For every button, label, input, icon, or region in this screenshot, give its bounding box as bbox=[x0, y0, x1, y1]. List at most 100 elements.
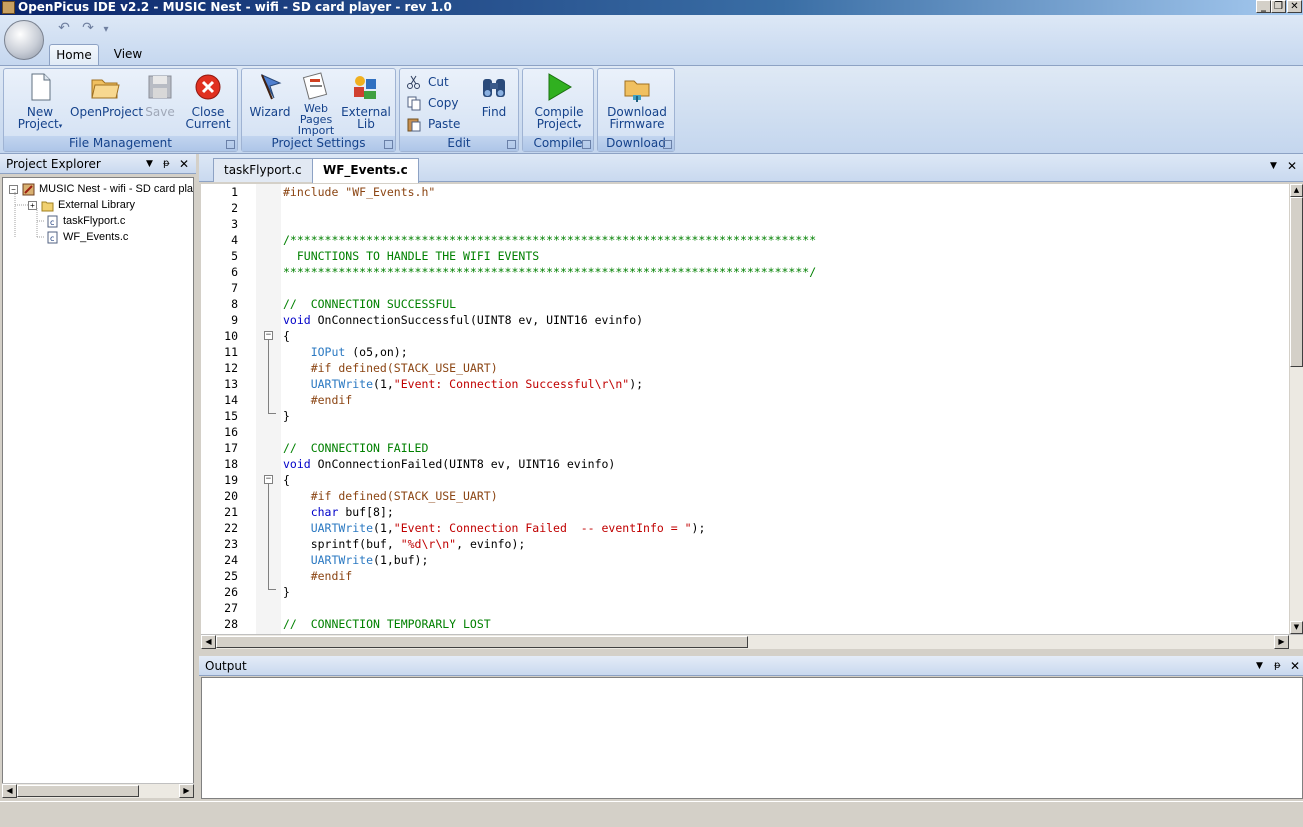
code-text: /***************************************… bbox=[283, 233, 817, 247]
code-text: UARTWrite(1,"Event: Connection Failed --… bbox=[310, 521, 706, 535]
web-pages-icon bbox=[302, 72, 328, 100]
output-text-area[interactable] bbox=[201, 677, 1303, 799]
group-label-project-settings: Project Settings bbox=[242, 136, 395, 151]
close-window-button[interactable]: ✕ bbox=[1287, 0, 1302, 13]
code-line: 14 #endif bbox=[201, 392, 1289, 408]
pin-icon[interactable]: ᵽ bbox=[1274, 656, 1281, 676]
panel-dropdown-icon[interactable]: ▼ bbox=[146, 154, 153, 174]
code-text: FUNCTIONS TO HANDLE THE WIFI EVENTS bbox=[283, 249, 540, 263]
line-number: 18 bbox=[224, 457, 238, 471]
wizard-label: Wizard bbox=[249, 105, 291, 119]
minimize-button[interactable]: _ bbox=[1256, 0, 1271, 13]
close-current-button[interactable]: Close Current bbox=[182, 71, 234, 130]
code-line: 17 // CONNECTION FAILED bbox=[201, 440, 1289, 456]
qat-customize-icon[interactable]: ▾ bbox=[100, 24, 112, 35]
compile-project-button[interactable]: Compile Project▾ bbox=[527, 71, 591, 132]
new-document-icon bbox=[31, 73, 51, 101]
scroll-up-icon[interactable]: ▲ bbox=[1290, 184, 1303, 197]
wizard-button[interactable]: Wizard bbox=[246, 71, 294, 118]
download-firmware-button[interactable]: Download Firmware bbox=[602, 71, 672, 130]
code-line: 18 void OnConnectionFailed(UINT8 ev, UINT… bbox=[201, 456, 1289, 472]
code-line: 28 // CONNECTION TEMPORARLY LOST bbox=[201, 616, 1289, 632]
pin-icon[interactable]: ᵽ bbox=[163, 154, 170, 174]
line-number: 16 bbox=[224, 425, 238, 439]
editor-horizontal-scrollbar[interactable]: ◀ ▶ bbox=[201, 634, 1303, 649]
new-project-button[interactable]: New Project▾ bbox=[12, 71, 68, 132]
editor-panel: taskFlyport.c WF_Events.c ▼ ✕ − − 1 #incl… bbox=[199, 154, 1303, 649]
panel-close-icon[interactable]: ✕ bbox=[1290, 656, 1300, 676]
tabs-dropdown-icon[interactable]: ▼ bbox=[1270, 161, 1277, 171]
line-number: 28 bbox=[224, 617, 238, 631]
dialog-launcher-icon[interactable] bbox=[507, 140, 516, 149]
paste-label: Paste bbox=[428, 117, 461, 131]
web-pages-label: Web Pages Import bbox=[297, 102, 335, 137]
panel-dropdown-icon[interactable]: ▼ bbox=[1256, 656, 1263, 676]
code-text: #include "WF_Events.h" bbox=[283, 185, 436, 199]
project-explorer-header: Project Explorer ▼ ᵽ ✕ bbox=[0, 154, 196, 174]
scroll-thumb[interactable] bbox=[216, 636, 748, 648]
copy-button[interactable]: Copy bbox=[402, 94, 458, 112]
code-line: 3 bbox=[201, 216, 1289, 232]
tab-home[interactable]: Home bbox=[49, 44, 99, 66]
redo-icon[interactable]: ↷ bbox=[76, 20, 100, 36]
code-text: #endif bbox=[283, 569, 353, 583]
dialog-launcher-icon[interactable] bbox=[226, 140, 235, 149]
code-line: 16 bbox=[201, 424, 1289, 440]
dialog-launcher-icon[interactable] bbox=[663, 140, 672, 149]
external-lib-button[interactable]: External Lib bbox=[340, 71, 392, 130]
editor-vertical-scrollbar[interactable]: ▲ ▼ bbox=[1290, 184, 1303, 634]
group-edit: Cut Copy Paste Find Edit bbox=[399, 68, 519, 152]
code-line: 15} bbox=[201, 408, 1289, 424]
open-project-button[interactable]: OpenProject bbox=[70, 71, 143, 118]
scroll-right-icon[interactable]: ▶ bbox=[1274, 635, 1289, 649]
code-line: 20 #if defined(STACK_USE_UART) bbox=[201, 488, 1289, 504]
group-label-edit: Edit bbox=[400, 136, 518, 151]
line-number: 17 bbox=[224, 441, 238, 455]
code-line: 24 UARTWrite(1,buf); bbox=[201, 552, 1289, 568]
scroll-right-icon[interactable]: ▶ bbox=[179, 784, 194, 798]
code-line: 5 FUNCTIONS TO HANDLE THE WIFI EVENTS bbox=[201, 248, 1289, 264]
close-current-label: Close Current bbox=[185, 105, 231, 131]
line-number: 13 bbox=[224, 377, 238, 391]
download-folder-icon bbox=[624, 80, 650, 102]
cut-button[interactable]: Cut bbox=[402, 73, 449, 91]
find-label: Find bbox=[481, 105, 507, 119]
maximize-button[interactable]: ❐ bbox=[1271, 0, 1286, 13]
panel-close-icon[interactable]: ✕ bbox=[179, 154, 189, 174]
code-text: sprintf(buf, "%d\r\n", evinfo); bbox=[283, 537, 526, 551]
group-project-settings: Wizard Web Pages Import External Lib Pro… bbox=[241, 68, 396, 152]
scroll-down-icon[interactable]: ▼ bbox=[1290, 621, 1303, 634]
code-text: { bbox=[283, 329, 290, 343]
code-editor[interactable]: − − 1 #include "WF_Events.h" 2 3 4/*********… bbox=[201, 184, 1289, 634]
line-number: 4 bbox=[231, 233, 238, 247]
application-menu-button[interactable] bbox=[4, 20, 44, 60]
tab-view[interactable]: View bbox=[108, 44, 148, 66]
title-bar: OpenPicus IDE v2.2 - MUSIC Nest - wifi -… bbox=[0, 0, 1303, 15]
scroll-left-icon[interactable]: ◀ bbox=[2, 784, 17, 798]
wizard-flag-icon bbox=[260, 73, 282, 100]
cut-label: Cut bbox=[428, 75, 449, 89]
explorer-horizontal-scrollbar[interactable]: ◀ ▶ bbox=[2, 783, 194, 798]
code-text: void OnConnectionSuccessful(UINT8 ev, UI… bbox=[283, 313, 644, 327]
tree-lines bbox=[14, 192, 45, 238]
web-pages-import-button[interactable]: Web Pages Import bbox=[294, 71, 338, 136]
scroll-thumb[interactable] bbox=[1290, 197, 1303, 367]
line-number: 22 bbox=[224, 521, 238, 535]
save-button[interactable]: Save bbox=[140, 71, 180, 118]
undo-icon[interactable]: ↶ bbox=[52, 20, 76, 36]
compile-project-label: Compile Project bbox=[534, 105, 584, 131]
paste-button[interactable]: Paste bbox=[402, 115, 460, 133]
group-label-file-management: File Management bbox=[4, 136, 237, 151]
project-tree: − MUSIC Nest - wifi - SD card play + Exter… bbox=[2, 177, 194, 794]
tab-wf-events[interactable]: WF_Events.c bbox=[312, 158, 419, 183]
dialog-launcher-icon[interactable] bbox=[384, 140, 393, 149]
dialog-launcher-icon[interactable] bbox=[582, 140, 591, 149]
close-document-icon[interactable]: ✕ bbox=[1287, 159, 1297, 173]
line-number: 20 bbox=[224, 489, 238, 503]
find-button[interactable]: Find bbox=[474, 71, 514, 118]
scroll-left-icon[interactable]: ◀ bbox=[201, 635, 216, 649]
line-number: 9 bbox=[231, 313, 238, 327]
code-text: void OnConnectionFailed(UINT8 ev, UINT16… bbox=[283, 457, 616, 471]
scroll-thumb[interactable] bbox=[17, 785, 139, 797]
tab-taskflyport[interactable]: taskFlyport.c bbox=[213, 158, 313, 182]
